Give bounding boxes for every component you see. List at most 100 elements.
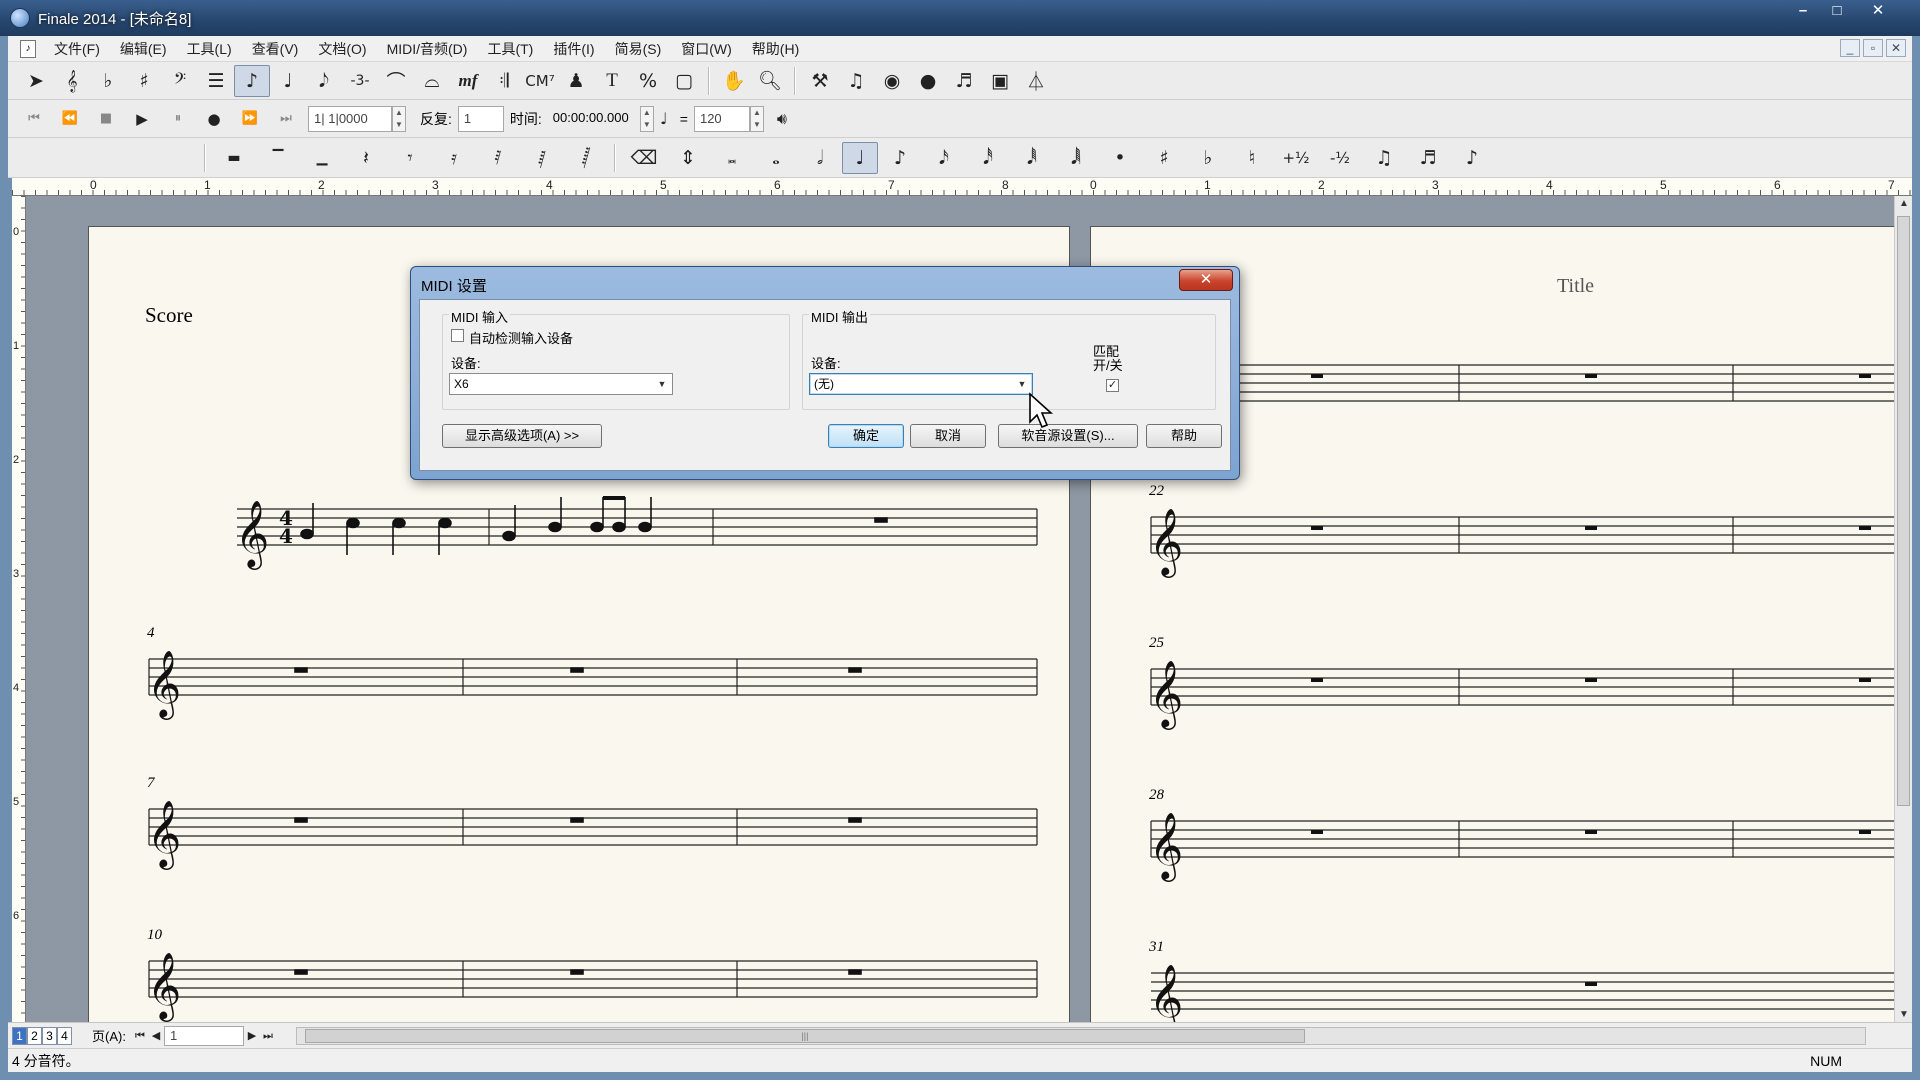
lyrics-tool-icon[interactable]: ♟ [558,65,594,97]
half-note-icon[interactable]: 𝅗𝅥 [798,142,842,174]
vertical-scrollbar[interactable]: ▲ ▼ [1894,196,1912,1022]
key-signature-tool-icon[interactable]: ♭ [90,65,126,97]
studio-view-icon[interactable]: ● [910,65,946,97]
vertical-scroll-thumb[interactable] [1897,216,1910,806]
sixteenth-note-icon[interactable]: 𝅘𝅥𝅯 [922,142,966,174]
fast-forward-icon[interactable]: ⏩ [232,103,268,135]
auto-detect-label[interactable]: 自动检测输入设备 [469,328,573,347]
repeat-select[interactable]: 1 [457,105,504,132]
smart-shape-tool-icon[interactable]: ⌒ [378,65,414,97]
chevron-down-icon[interactable]: ▼ [1014,375,1030,393]
page-number-field[interactable]: 1 [163,1025,244,1046]
whole-rest-icon[interactable]: ▔ [256,142,300,174]
soundfont-settings-button[interactable]: 软音源设置(S)... [998,424,1138,448]
chord-tool-icon[interactable]: CM⁷ [522,65,558,97]
mdi-minimize-button[interactable]: _ [1840,39,1860,57]
menu-help[interactable]: 帮助(H) [742,39,809,59]
selection-tool-icon[interactable]: ➤ [18,65,54,97]
hundredtwentyeighth-note-icon[interactable]: 𝅘𝅥𝅲 [1054,142,1098,174]
last-page-icon[interactable]: ⏭ [260,1027,276,1045]
simple-entry-tool-icon[interactable]: ♪ [234,64,270,97]
speaker-icon[interactable]: 🔊︎ [764,103,800,135]
sixtyfourth-note-icon[interactable]: 𝅘𝅥𝅱 [1010,142,1054,174]
sixteenth-rest-icon[interactable]: 𝄿 [432,142,476,174]
page-layout-tool-icon[interactable]: ▢ [666,65,702,97]
menu-tools-l[interactable]: 工具(L) [177,39,242,59]
measure-tool-icon[interactable]: ☰ [198,65,234,97]
horizontal-scroll-thumb[interactable]: ||| [304,1028,1305,1043]
repeat-tool-icon[interactable]: 𝄇 [486,65,522,97]
resize-tool-icon[interactable]: % [630,65,666,97]
menu-simple[interactable]: 简易(S) [605,39,672,59]
metronome-icon[interactable]: ⏃ [1018,65,1054,97]
match-checkbox[interactable]: ✓ [1106,379,1119,392]
first-page-icon[interactable]: ⏮ [132,1027,148,1045]
record-icon[interactable]: ● [196,103,232,135]
clef-tool-icon[interactable]: 𝄢 [162,65,198,97]
tuplet-tool-icon[interactable]: -3- [342,65,378,97]
tempo-spinner[interactable]: ▲ ▼ [749,105,764,132]
raise-half-step-icon[interactable]: +½ [1274,142,1318,174]
mdi-restore-button[interactable]: ▫ [1863,39,1883,57]
mixer-tool-icon[interactable]: ◉ [874,65,910,97]
thirtysecond-rest-icon[interactable]: 𝅀 [476,142,520,174]
horizontal-scrollbar[interactable]: ||| [295,1026,1866,1045]
chevron-down-icon[interactable]: ▼ [654,375,670,393]
menu-edit[interactable]: 编辑(E) [110,39,177,59]
cancel-button[interactable]: 取消 [910,424,986,448]
dialog-close-button[interactable]: ✕ [1179,269,1233,291]
maximize-button[interactable]: □ [1820,0,1854,22]
augmentation-dot-icon[interactable]: • [1098,142,1142,174]
position-spinner[interactable]: ▲ ▼ [392,105,406,132]
time-signature-tool-icon[interactable]: ♯ [126,65,162,97]
menu-plugins[interactable]: 插件(I) [543,39,604,59]
help-button[interactable]: 帮助 [1146,424,1222,448]
eraser-icon[interactable]: ⌫ [622,142,666,174]
text-tool-icon[interactable]: T [594,65,630,97]
quarter-rest-icon[interactable]: 𝄽 [344,142,388,174]
rewind-icon[interactable]: ⏪ [52,103,88,135]
menu-midi-audio[interactable]: MIDI/音频(D) [377,39,478,59]
rewind-to-start-icon[interactable]: ⏮ [16,103,52,135]
half-rest-icon[interactable]: ▁ [300,142,344,174]
hundredtwentyeighth-rest-icon[interactable]: 𝅂 [564,142,608,174]
staff-tool-icon[interactable]: 𝄞 [54,65,90,97]
menu-document[interactable]: 文档(O) [308,39,376,59]
forward-to-end-icon[interactable]: ⏭ [268,103,304,135]
scroll-down-icon[interactable]: ▼ [1895,1009,1913,1020]
menu-view[interactable]: 查看(V) [242,39,309,59]
play-icon[interactable]: ▶ [124,103,160,135]
sixtyfourth-rest-icon[interactable]: 𝅁 [520,142,564,174]
mdi-close-button[interactable]: ✕ [1886,39,1906,57]
quarter-note-icon[interactable]: ♩ [842,141,878,174]
tempo-note-icon[interactable]: ♩ [654,103,674,135]
minimize-button[interactable]: – [1786,0,1820,22]
hand-grabber-icon[interactable]: ✋ [716,65,752,97]
tie-icon[interactable]: ♫ [1362,142,1406,174]
document-icon[interactable]: ♪ [20,39,36,58]
pause-icon[interactable]: ⏸ [160,103,196,135]
time-spinner[interactable]: ▲ ▼ [639,105,654,132]
whole-note-icon[interactable]: 𝅝 [754,142,798,174]
input-device-select[interactable]: X6 ▼ [449,373,673,395]
flip-icon[interactable]: ⇕ [666,142,710,174]
menu-file[interactable]: 文件(F) [44,39,110,59]
ossia-tool-icon[interactable]: ♬ [946,65,982,97]
sharp-icon[interactable]: ♯ [1142,142,1186,174]
eighth-rest-icon[interactable]: 𝄾 [388,142,432,174]
scroll-up-icon[interactable]: ▲ [1895,198,1913,209]
grace-note-icon[interactable]: ♪ [1450,142,1494,174]
menu-tools-t[interactable]: 工具(T) [477,39,543,59]
wrench-tool-icon[interactable]: ⚒ [802,65,838,97]
special-tools-icon[interactable]: ▣ [982,65,1018,97]
menu-window[interactable]: 窗口(W) [671,39,742,59]
page-tab-3[interactable]: 3 [42,1026,57,1045]
lower-half-step-icon[interactable]: -½ [1318,142,1362,174]
page-tab-2[interactable]: 2 [27,1026,42,1045]
stop-icon[interactable]: ■ [88,103,124,135]
breve-rest-icon[interactable]: ▬ [212,142,256,174]
zoom-icon[interactable]: 🔍︎ [752,65,788,97]
articulation-tool-icon[interactable]: ⌓ [414,65,450,97]
eighth-note-icon[interactable]: ♪ [878,142,922,174]
ok-button[interactable]: 确定 [828,424,904,448]
